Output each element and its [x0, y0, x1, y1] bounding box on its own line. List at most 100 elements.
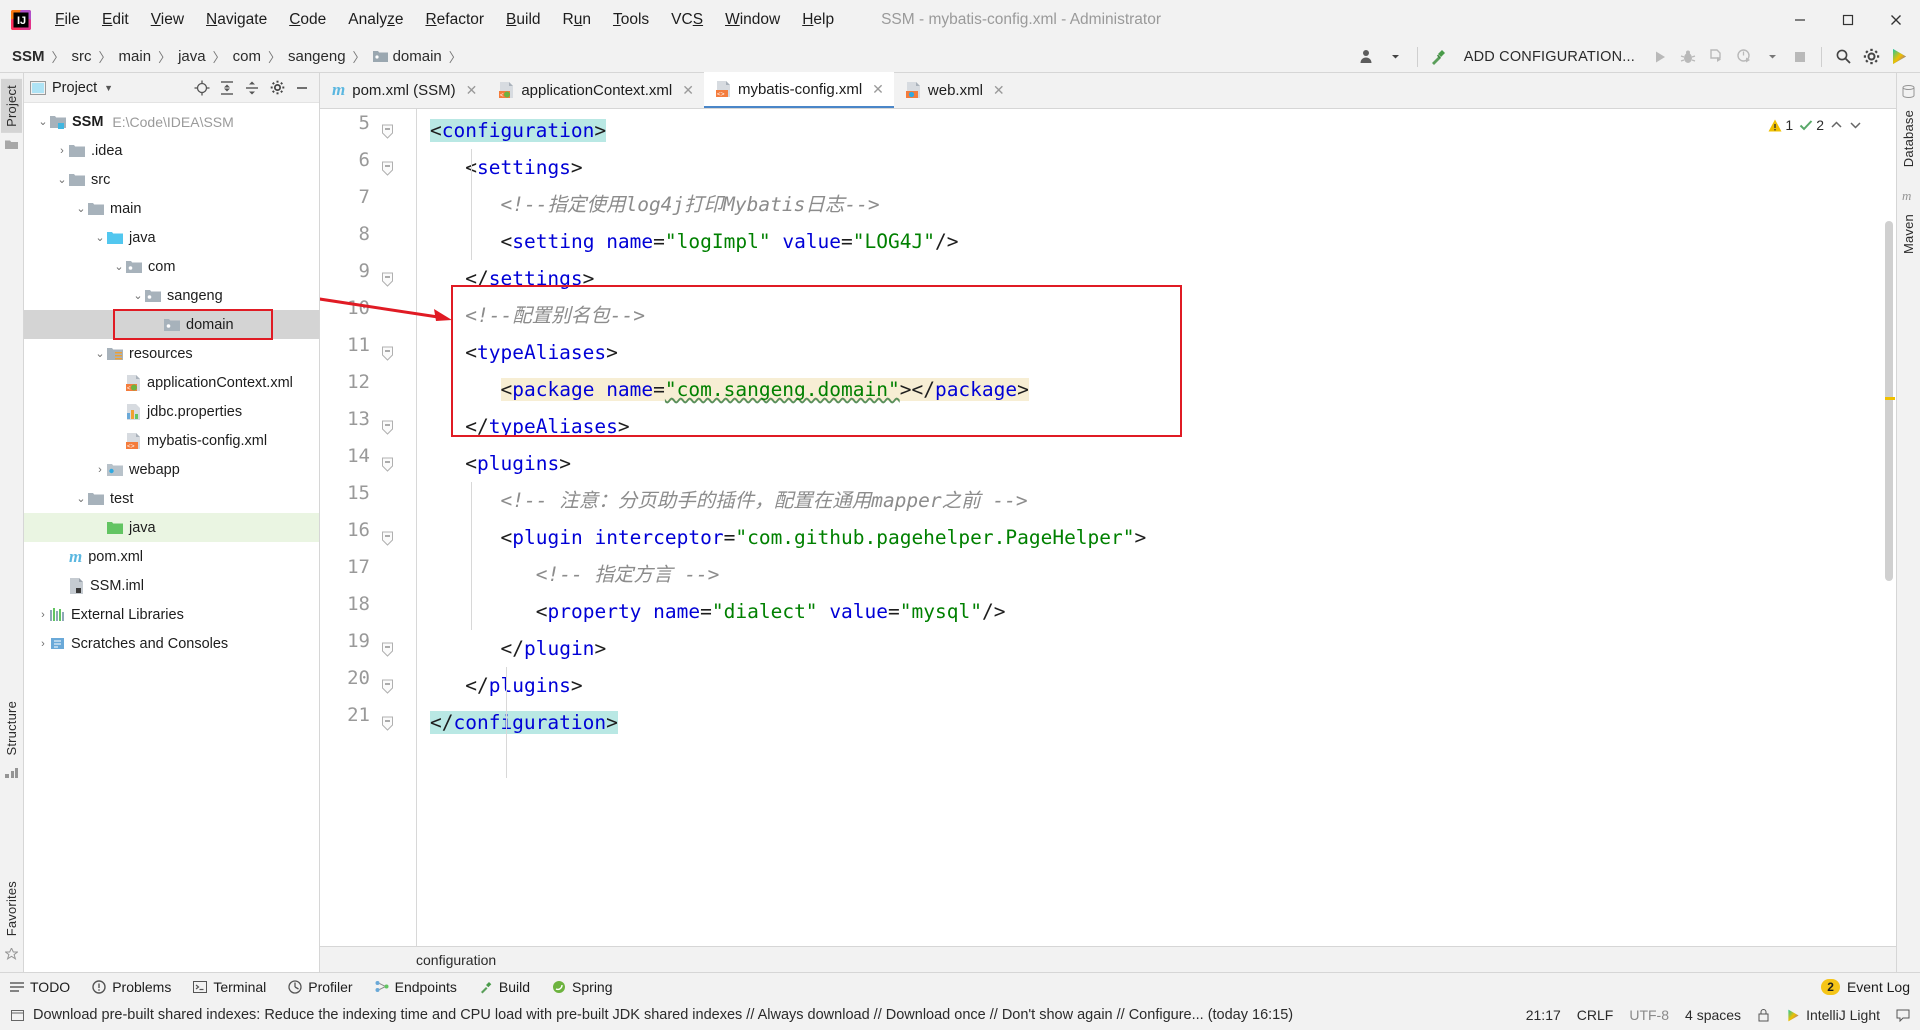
close-icon[interactable]: ✕ [466, 82, 478, 99]
chevron-right-icon[interactable]: › [36, 609, 50, 621]
chevron-right-icon[interactable]: › [55, 145, 69, 157]
tree-node-resources[interactable]: ⌄ resources [24, 339, 319, 368]
toolwindow-button-spring[interactable]: Spring [552, 979, 613, 995]
code-fold-toggle[interactable] [381, 457, 394, 472]
breadcrumb-item-main[interactable]: main [119, 48, 152, 65]
chevron-up-icon[interactable] [1830, 120, 1843, 130]
menu-item-edit[interactable]: Edit [91, 7, 140, 33]
hide-panel-icon[interactable] [291, 77, 313, 99]
chevron-down-icon[interactable]: ⌄ [112, 260, 126, 273]
menu-item-navigate[interactable]: Navigate [195, 7, 278, 33]
tree-node-jdbc-properties[interactable]: jdbc.properties [24, 397, 319, 426]
editor-gutter[interactable]: 5 6 7 8 9 10 11 12 13 14 15 16 17 18 19 20 21 [320, 109, 416, 946]
editor-tab-bar[interactable]: m pom.xml (SSM) ✕ < applicationContext.xml ✕ <… [320, 72, 1896, 109]
search-icon[interactable] [1830, 44, 1856, 70]
code-editor[interactable]: 5 6 7 8 9 10 11 12 13 14 15 16 17 18 19 20 21 <configura… [320, 109, 1896, 946]
editor-tab-mybatis-config-xml[interactable]: <> mybatis-config.xml ✕ [703, 72, 894, 108]
coverage-icon[interactable] [1703, 44, 1729, 70]
code-content[interactable]: <configuration><settings><!--指定使用log4j打印… [416, 109, 1896, 946]
rail-tab-maven[interactable]: Maven [1898, 208, 1919, 260]
lock-icon[interactable] [1757, 1008, 1770, 1022]
chevron-down-icon[interactable]: ⌄ [36, 115, 50, 128]
tree-node-java[interactable]: java [24, 513, 319, 542]
menu-item-window[interactable]: Window [714, 7, 791, 33]
editor-scrollbar[interactable] [1882, 109, 1896, 946]
rail-tab-database[interactable]: Database [1898, 104, 1919, 173]
status-message[interactable]: Download pre-built shared indexes: Reduc… [33, 1007, 1293, 1023]
intellij-logo-icon[interactable] [1886, 44, 1912, 70]
menu-item-tools[interactable]: Tools [602, 7, 660, 33]
locate-icon[interactable] [191, 77, 213, 99]
close-icon[interactable]: ✕ [993, 82, 1005, 99]
close-icon[interactable]: ✕ [682, 82, 694, 99]
event-log-area[interactable]: 2 Event Log [1821, 978, 1910, 995]
code-fold-toggle[interactable] [381, 716, 394, 731]
tree-node-main[interactable]: ⌄ main [24, 194, 319, 223]
stop-icon[interactable] [1787, 44, 1813, 70]
tree-node-applicationcontext-xml[interactable]: < applicationContext.xml [24, 368, 319, 397]
breadcrumb-item-src[interactable]: src [72, 48, 92, 65]
chevron-down-icon[interactable]: ⌄ [55, 173, 69, 186]
menu-item-code[interactable]: Code [278, 7, 337, 33]
editor-tab-pom-xml-ssm-[interactable]: m pom.xml (SSM) ✕ [320, 72, 487, 108]
code-fold-toggle[interactable] [381, 531, 394, 546]
code-fold-toggle[interactable] [381, 161, 394, 176]
status-line-separator[interactable]: CRLF [1577, 1007, 1614, 1023]
run-icon[interactable] [1647, 44, 1673, 70]
tree-node-sangeng[interactable]: ⌄ sangeng [24, 281, 319, 310]
breadcrumb-item-sangeng[interactable]: sangeng [288, 48, 346, 65]
close-button[interactable] [1872, 0, 1920, 40]
toolwindow-button-terminal[interactable]: Terminal [193, 979, 266, 995]
tree-node-external-libraries[interactable]: › External Libraries [24, 600, 319, 629]
scrollbar-thumb[interactable] [1885, 221, 1893, 581]
toolwindow-button-problems[interactable]: Problems [92, 979, 171, 995]
status-encoding[interactable]: UTF-8 [1629, 1007, 1669, 1023]
menu-item-vcs[interactable]: VCS [660, 7, 714, 33]
tree-node-java[interactable]: ⌄ java [24, 223, 319, 252]
tree-node-ssm-iml[interactable]: SSM.iml [24, 571, 319, 600]
event-log-label[interactable]: Event Log [1847, 979, 1910, 995]
chevron-right-icon[interactable]: › [93, 464, 107, 476]
breadcrumb-item-com[interactable]: com [233, 48, 261, 65]
chevron-down-icon[interactable] [1849, 120, 1862, 130]
project-tree[interactable]: ⌄ SSM E:\Code\IDEA\SSM › .idea ⌄ src ⌄ main ⌄ java… [24, 103, 319, 972]
toolwindow-button-profiler[interactable]: Profiler [288, 979, 353, 995]
tree-node-scratches-and-consoles[interactable]: › Scratches and Consoles [24, 629, 319, 658]
status-indent[interactable]: 4 spaces [1685, 1007, 1741, 1023]
tree-node-test[interactable]: ⌄ test [24, 484, 319, 513]
add-configuration-button[interactable]: ADD CONFIGURATION... [1454, 49, 1645, 65]
close-icon[interactable]: ✕ [872, 81, 884, 98]
tree-node--idea[interactable]: › .idea [24, 136, 319, 165]
code-fold-toggle[interactable] [381, 272, 394, 287]
chevron-down-icon[interactable]: ⌄ [74, 202, 88, 215]
code-fold-toggle[interactable] [381, 124, 394, 139]
minimize-button[interactable] [1776, 0, 1824, 40]
toolwindow-button-build[interactable]: Build [479, 979, 530, 995]
chevron-right-icon[interactable]: › [36, 638, 50, 650]
tree-node-ssm[interactable]: ⌄ SSM E:\Code\IDEA\SSM [24, 107, 319, 136]
chevron-down-icon[interactable] [1383, 44, 1409, 70]
menu-item-build[interactable]: Build [495, 7, 551, 33]
tree-node-domain[interactable]: domain [24, 310, 319, 339]
collapse-all-icon[interactable] [241, 77, 263, 99]
code-fold-toggle[interactable] [381, 679, 394, 694]
code-fold-toggle[interactable] [381, 420, 394, 435]
maximize-button[interactable] [1824, 0, 1872, 40]
breadcrumb-item-ssm[interactable]: SSM [12, 48, 45, 65]
chevron-down-icon[interactable]: ⌄ [93, 231, 107, 244]
chevron-down-icon[interactable]: ⌄ [74, 492, 88, 505]
balloon-icon[interactable] [1896, 1008, 1910, 1022]
tree-node-webapp[interactable]: › webapp [24, 455, 319, 484]
toolwindow-button-endpoints[interactable]: Endpoints [375, 979, 457, 995]
tree-node-com[interactable]: ⌄ com [24, 252, 319, 281]
editor-tab-applicationcontext-xml[interactable]: < applicationContext.xml ✕ [487, 72, 704, 108]
chevron-down-icon[interactable]: ▼ [104, 83, 113, 93]
menu-item-analyze[interactable]: Analyze [337, 7, 414, 33]
menu-item-view[interactable]: View [140, 7, 195, 33]
settings-gear-icon[interactable] [1858, 44, 1884, 70]
editor-tab-web-xml[interactable]: web.xml ✕ [894, 72, 1015, 108]
tree-node-pom-xml[interactable]: m pom.xml [24, 542, 319, 571]
user-avatar-icon[interactable] [1355, 44, 1381, 70]
breadcrumb[interactable]: SSM 〉 src 〉 main 〉 java 〉 com 〉 sangeng 〉 domain 〉 [12, 47, 469, 66]
expand-all-icon[interactable] [216, 77, 238, 99]
